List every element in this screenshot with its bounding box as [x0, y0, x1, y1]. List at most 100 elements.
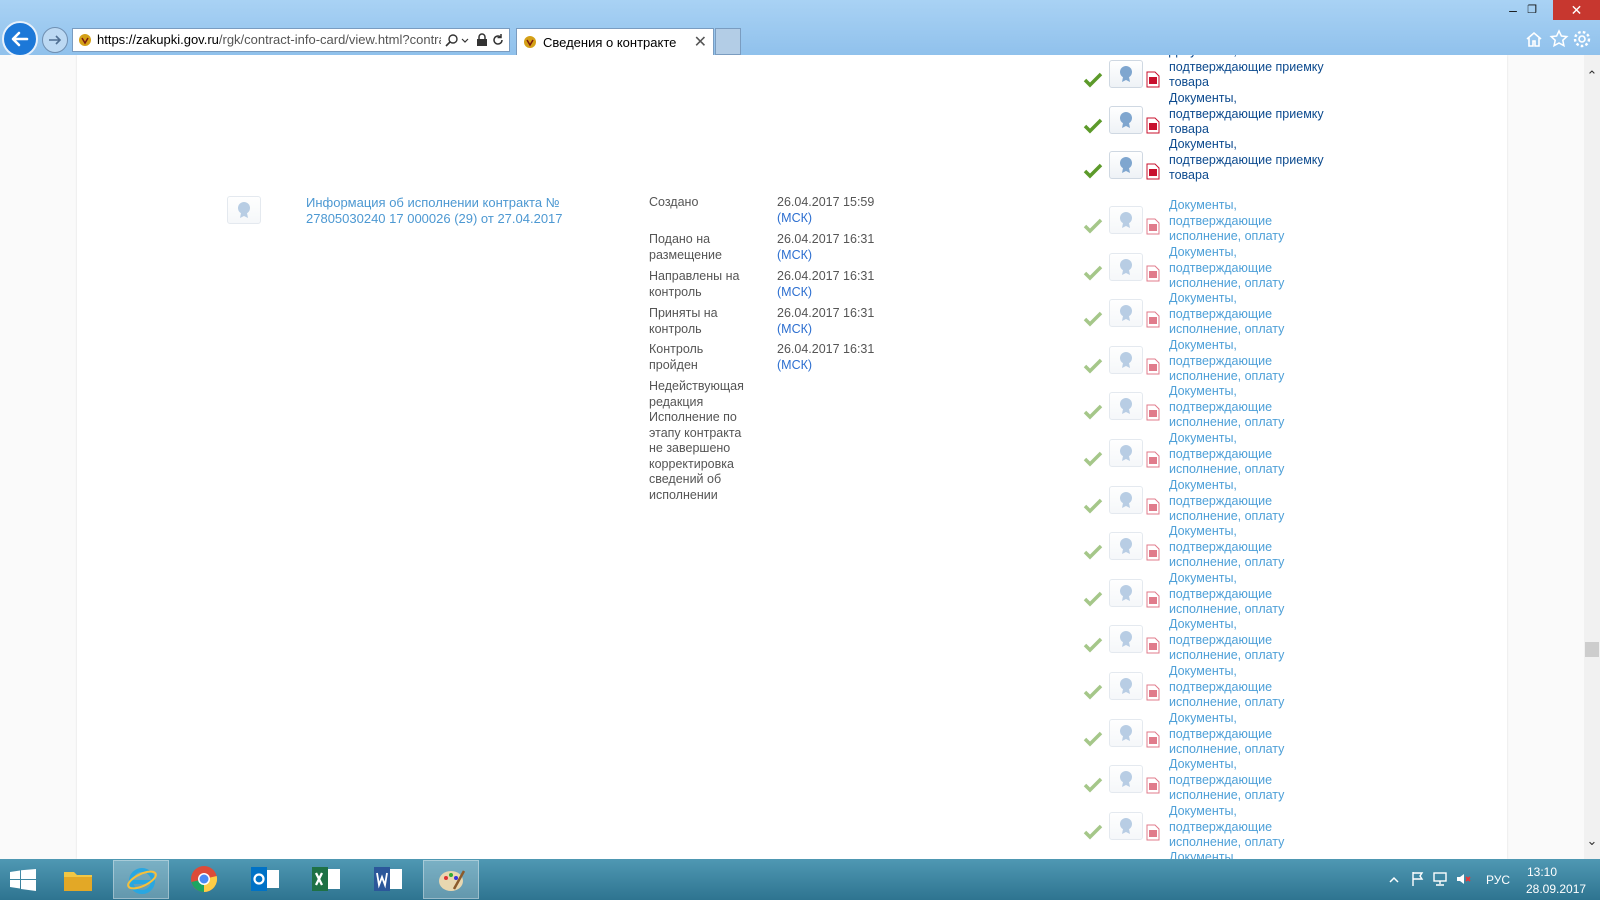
document-link[interactable]: Документы, [1169, 850, 1339, 859]
scroll-up-button[interactable]: ⌃ [1584, 68, 1600, 84]
tab-contract-info[interactable]: Сведения о контракте ✕ [516, 28, 714, 55]
excel-button[interactable] [298, 860, 354, 899]
refresh-icon[interactable] [491, 33, 505, 47]
document-link[interactable]: Документы, подтверждающие исполнение, оп… [1169, 478, 1339, 525]
signature-stamp-icon[interactable] [1109, 765, 1143, 793]
scroll-thumb[interactable] [1585, 642, 1599, 657]
contract-execution-link[interactable]: Информация об исполнении контракта № 278… [306, 195, 586, 227]
pdf-file-icon[interactable] [1146, 731, 1160, 748]
url-text[interactable]: https://zakupki.gov.ru/rgk/contract-info… [97, 32, 441, 47]
pdf-file-icon[interactable] [1146, 824, 1160, 841]
signature-stamp-icon[interactable] [1109, 625, 1143, 653]
pdf-file-icon[interactable] [1146, 311, 1160, 328]
pdf-file-icon[interactable] [1146, 163, 1160, 180]
signature-stamp-icon[interactable] [1109, 812, 1143, 840]
vertical-scrollbar[interactable]: ⌃ ⌄ [1584, 55, 1600, 859]
document-link[interactable]: Документы, подтверждающие исполнение, оп… [1169, 291, 1339, 338]
signature-stamp-icon[interactable] [1109, 106, 1143, 134]
checkmark-icon [1083, 265, 1103, 281]
document-link[interactable]: Документы, подтверждающие исполнение, оп… [1169, 245, 1339, 292]
lock-icon[interactable] [475, 33, 489, 47]
signature-stamp-icon[interactable] [227, 196, 261, 224]
document-link[interactable]: Документы, подтверждающие исполнение, оп… [1169, 617, 1339, 664]
back-button[interactable] [2, 21, 38, 57]
signature-stamp-icon[interactable] [1109, 439, 1143, 467]
pdf-file-icon[interactable] [1146, 684, 1160, 701]
document-link[interactable]: Документы, подтверждающие исполнение, оп… [1169, 757, 1339, 804]
forward-button[interactable] [42, 27, 68, 53]
pdf-file-icon[interactable] [1146, 777, 1160, 794]
document-link[interactable]: Документы, подтверждающие приемку товара [1169, 55, 1339, 91]
star-icon[interactable] [1549, 29, 1569, 49]
chevron-up-icon[interactable] [1389, 876, 1399, 884]
document-link[interactable]: Документы, подтверждающие исполнение, оп… [1169, 804, 1339, 851]
signature-stamp-icon[interactable] [1109, 579, 1143, 607]
document-link[interactable]: Документы, подтверждающие исполнение, оп… [1169, 571, 1339, 618]
checkmark-icon [1083, 684, 1103, 700]
pdf-file-icon[interactable] [1146, 71, 1160, 88]
home-icon[interactable] [1524, 29, 1544, 49]
windows-start-icon[interactable] [10, 869, 36, 891]
chevron-down-icon[interactable] [461, 33, 469, 47]
signature-stamp-icon[interactable] [1109, 253, 1143, 281]
pdf-file-icon[interactable] [1146, 218, 1160, 235]
chrome-button[interactable] [176, 860, 232, 899]
document-link[interactable]: Документы, подтверждающие исполнение, оп… [1169, 384, 1339, 431]
document-link[interactable]: Документы, подтверждающие исполнение, оп… [1169, 664, 1339, 711]
checkmark-icon [1083, 163, 1103, 179]
clock-time[interactable]: 13:10 [1527, 865, 1557, 879]
pdf-file-icon[interactable] [1146, 498, 1160, 515]
signature-stamp-icon[interactable] [1109, 60, 1143, 88]
word-button[interactable] [360, 860, 416, 899]
pdf-file-icon[interactable] [1146, 637, 1160, 654]
document-link[interactable]: Документы, подтверждающие приемку товара [1169, 91, 1339, 138]
pdf-file-icon[interactable] [1146, 404, 1160, 421]
checkmark-icon [1083, 637, 1103, 653]
close-tab-icon[interactable]: ✕ [694, 32, 707, 52]
url-path: /rgk/contract-info-card/view.html?contra… [218, 32, 441, 47]
chrome-icon [191, 866, 218, 893]
signature-stamp-icon[interactable] [1109, 151, 1143, 179]
pdf-file-icon[interactable] [1146, 451, 1160, 468]
document-link[interactable]: Документы, подтверждающие исполнение, оп… [1169, 338, 1339, 385]
new-tab-button[interactable] [715, 28, 741, 55]
signature-stamp-icon[interactable] [1109, 486, 1143, 514]
coat-of-arms-icon [524, 36, 536, 48]
signature-stamp-icon[interactable] [1109, 346, 1143, 374]
document-link[interactable]: Документы, подтверждающие исполнение, оп… [1169, 524, 1339, 571]
internet-explorer-button[interactable] [113, 860, 169, 899]
pdf-file-icon[interactable] [1146, 358, 1160, 375]
checkmark-icon [1083, 358, 1103, 374]
pdf-file-icon[interactable] [1146, 117, 1160, 134]
internet-explorer-icon [127, 868, 157, 894]
signature-stamp-icon[interactable] [1109, 532, 1143, 560]
signature-stamp-icon[interactable] [1109, 719, 1143, 747]
pdf-file-icon[interactable] [1146, 591, 1160, 608]
document-link[interactable]: Документы, подтверждающие приемку товара [1169, 137, 1339, 184]
search-icon[interactable] [445, 33, 459, 47]
file-explorer-button[interactable] [50, 860, 106, 899]
flag-icon[interactable] [1410, 871, 1426, 887]
outlook-button[interactable] [237, 860, 293, 899]
clock-date[interactable]: 28.09.2017 [1526, 882, 1586, 896]
url-domain: https://zakupki.gov.ru [97, 32, 219, 47]
status-label: Недействующая редакция Исполнение по эта… [649, 379, 744, 502]
document-link[interactable]: Документы, подтверждающие исполнение, оп… [1169, 198, 1339, 245]
close-window-button[interactable]: ✕ [1553, 0, 1600, 20]
document-link[interactable]: Документы, подтверждающие исполнение, оп… [1169, 431, 1339, 478]
pdf-file-icon[interactable] [1146, 265, 1160, 282]
language-indicator[interactable]: РУС [1486, 873, 1510, 887]
volume-muted-icon[interactable] [1455, 871, 1471, 887]
signature-stamp-icon[interactable] [1109, 392, 1143, 420]
pdf-file-icon[interactable] [1146, 544, 1160, 561]
signature-stamp-icon[interactable] [1109, 299, 1143, 327]
document-link[interactable]: Документы, подтверждающие исполнение, оп… [1169, 711, 1339, 758]
address-bar[interactable]: https://zakupki.gov.ru/rgk/contract-info… [72, 28, 510, 52]
signature-stamp-icon[interactable] [1109, 672, 1143, 700]
paint-button[interactable] [423, 860, 479, 899]
signature-stamp-icon[interactable] [1109, 206, 1143, 234]
gear-icon[interactable] [1572, 29, 1592, 49]
network-icon[interactable] [1432, 871, 1448, 887]
restore-button[interactable]: ❐ [1517, 0, 1547, 20]
scroll-down-button[interactable]: ⌄ [1584, 833, 1600, 849]
